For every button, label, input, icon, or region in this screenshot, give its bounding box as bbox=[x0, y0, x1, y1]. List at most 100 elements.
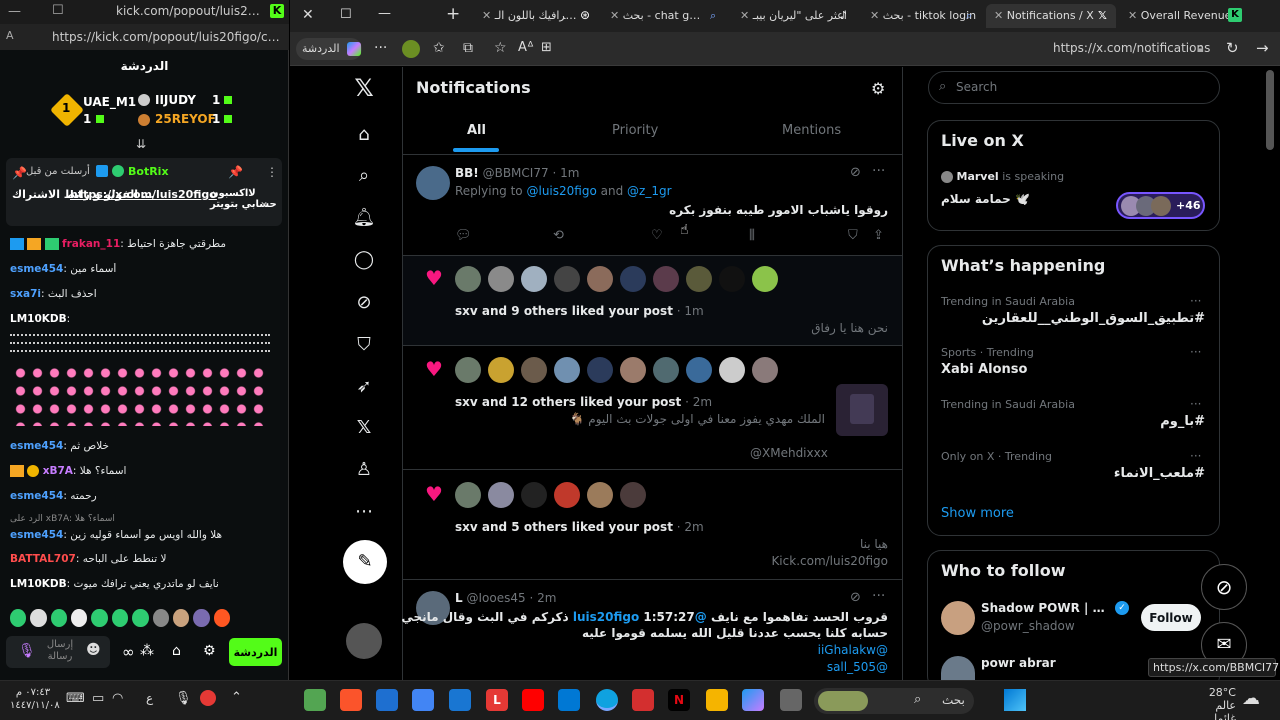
rocket-icon[interactable]: ➶ bbox=[352, 375, 376, 399]
emote-icon[interactable] bbox=[71, 609, 88, 627]
tab-chatgpt-search[interactable]: ✕ بحث - chat gbt ai bbox=[602, 4, 706, 28]
x-logo-icon[interactable]: 𝕏 bbox=[352, 76, 376, 100]
tab-tiktok-login[interactable]: ✕ بحث - tiktok login bbox=[862, 4, 980, 28]
pin-icon[interactable]: 📌 bbox=[228, 165, 243, 179]
avatar[interactable] bbox=[554, 266, 580, 292]
avatar[interactable] bbox=[587, 266, 613, 292]
new-tab-icon[interactable]: + bbox=[446, 4, 460, 24]
space-title[interactable]: حمامة سلام 🕊️ bbox=[941, 192, 1030, 206]
back-icon[interactable]: → bbox=[1256, 39, 1269, 57]
mention-link[interactable]: @luis20figo bbox=[526, 184, 596, 198]
emote-icon[interactable] bbox=[132, 609, 149, 627]
tab-mentions[interactable]: Mentions bbox=[782, 123, 841, 138]
profile-avatar[interactable] bbox=[402, 40, 420, 58]
avatar[interactable] bbox=[521, 482, 547, 508]
avatar[interactable] bbox=[587, 482, 613, 508]
windows-start-icon[interactable] bbox=[1004, 689, 1026, 711]
users-icon[interactable]: ⁂ bbox=[140, 643, 154, 659]
avatar[interactable] bbox=[653, 266, 679, 292]
favorites-icon[interactable]: ✩ bbox=[433, 40, 445, 56]
left-url-bar[interactable]: A https://kick.com/popout/luis20figo/cha… bbox=[0, 24, 289, 50]
mention-link[interactable]: @z_1gr bbox=[627, 184, 671, 198]
infinity-icon[interactable]: ∞ bbox=[122, 643, 135, 661]
mention-handle[interactable]: @XMehdixxx bbox=[750, 446, 828, 460]
trend-name[interactable]: #با_وم bbox=[941, 414, 1205, 429]
avatar[interactable] bbox=[941, 601, 975, 635]
pinned-link[interactable]: https://x.com/luis20figo bbox=[70, 188, 217, 201]
extensions-icon[interactable]: ⧉ bbox=[463, 40, 473, 56]
mention-link[interactable]: @505_sall bbox=[455, 660, 888, 674]
trend-more-icon[interactable]: ··· bbox=[1190, 345, 1201, 359]
task-view-icon[interactable] bbox=[780, 689, 802, 711]
chat-username[interactable]: esme454 bbox=[10, 440, 63, 452]
taskbar-app-icon[interactable] bbox=[304, 689, 326, 711]
send-chat-button[interactable]: الدردشة bbox=[229, 638, 282, 666]
emoji-icon[interactable]: ☻ bbox=[86, 642, 101, 658]
home-icon[interactable]: ⌂ bbox=[352, 123, 376, 147]
emote-icon[interactable] bbox=[213, 609, 230, 627]
chat-username[interactable]: BATTAL707 bbox=[10, 553, 76, 565]
avatar[interactable] bbox=[620, 482, 646, 508]
store-icon[interactable]: ⌂ bbox=[172, 643, 181, 659]
post-time[interactable]: 2m bbox=[537, 591, 556, 605]
search-icon[interactable]: ⌕ bbox=[352, 164, 376, 188]
avatar[interactable] bbox=[554, 357, 580, 383]
avatar[interactable] bbox=[620, 357, 646, 383]
profile-icon[interactable]: ♙ bbox=[352, 458, 376, 482]
views-icon[interactable]: ⫼ bbox=[749, 228, 755, 243]
tray-app-icon[interactable] bbox=[200, 690, 216, 706]
edge-icon[interactable] bbox=[596, 689, 618, 711]
host-name[interactable]: Marvel bbox=[957, 170, 999, 183]
avatar[interactable] bbox=[455, 482, 481, 508]
avatar[interactable] bbox=[719, 357, 745, 383]
tab-priority[interactable]: Priority bbox=[612, 123, 658, 138]
emote-icon[interactable] bbox=[50, 609, 68, 627]
search-input[interactable]: ⌕ Search bbox=[928, 71, 1220, 104]
tab-infographic[interactable]: ✕ انفوجرافيك باللون الـ bbox=[474, 4, 578, 28]
expand-leaderboard-icon[interactable]: ⇊ bbox=[136, 137, 146, 151]
show-more-link[interactable]: Show more bbox=[941, 506, 1014, 521]
mcafee-icon[interactable] bbox=[632, 689, 654, 711]
grok-icon[interactable]: ⊘ bbox=[352, 291, 376, 315]
share-icon[interactable]: ⇪ bbox=[873, 228, 884, 243]
read-aloud-icon[interactable]: A bbox=[6, 29, 14, 42]
grok-floating-icon[interactable]: ⊘ bbox=[1201, 564, 1247, 610]
tab-notifications[interactable]: ✕ Notifications / X 𝕏 bbox=[986, 4, 1116, 28]
more-options-icon[interactable]: ··· bbox=[872, 163, 885, 179]
avatar[interactable] bbox=[488, 357, 514, 383]
space-listeners[interactable]: +46 bbox=[1116, 192, 1205, 219]
liked-post-link[interactable]: Kick.com/luis20figo bbox=[455, 554, 888, 568]
clock[interactable]: ٠٧:٤٣ م ١٤٤٧/١١/٠٨ bbox=[10, 686, 60, 712]
emote-icon[interactable] bbox=[91, 609, 108, 627]
avatar[interactable] bbox=[686, 266, 712, 292]
avatar[interactable] bbox=[752, 266, 778, 292]
trend-name[interactable]: #تطبيق_السوق_الوطني__للعقارين bbox=[941, 311, 1205, 326]
notifications-bell-icon[interactable]: 🔔︎ bbox=[352, 206, 376, 230]
like-icon[interactable]: ♡ bbox=[651, 228, 663, 243]
more-circle-icon[interactable]: ⋯ bbox=[352, 500, 376, 524]
settings-icon[interactable]: ⚙ bbox=[203, 643, 216, 659]
avatar[interactable] bbox=[521, 357, 547, 383]
avatar[interactable] bbox=[719, 266, 745, 292]
trend-name[interactable]: #ملعب_الانماء bbox=[941, 466, 1205, 481]
bookmarks-icon[interactable]: ⛉ bbox=[352, 333, 376, 357]
maximize-icon[interactable]: ☐ bbox=[52, 3, 64, 18]
mention-link[interactable]: @iiGhalakw bbox=[455, 643, 888, 657]
avatar[interactable] bbox=[587, 357, 613, 383]
post-time[interactable]: 1m bbox=[560, 166, 579, 180]
grok-icon[interactable]: ⊘ bbox=[850, 165, 861, 180]
author-name[interactable]: L bbox=[455, 591, 463, 605]
author-handle[interactable]: @BBMCI77 bbox=[483, 166, 549, 180]
chevron-down-icon[interactable]: ⌄ bbox=[259, 194, 269, 208]
follow-suggestion-name[interactable]: Shadow POWR | edi... bbox=[981, 601, 1111, 615]
lenovo-icon[interactable]: L bbox=[486, 689, 508, 711]
follow-button[interactable]: Follow bbox=[1141, 604, 1201, 631]
more-menu-icon[interactable]: ··· bbox=[374, 40, 387, 56]
more-options-icon[interactable]: ⋮ bbox=[266, 165, 278, 179]
microphone-icon[interactable]: 🎙︎ bbox=[175, 691, 192, 706]
lock-icon[interactable]: 🔒︎ bbox=[1197, 41, 1203, 56]
chrome-icon[interactable] bbox=[412, 689, 434, 711]
avatar[interactable] bbox=[488, 482, 514, 508]
minimize-icon[interactable]: — bbox=[378, 6, 391, 21]
avatar[interactable] bbox=[620, 266, 646, 292]
